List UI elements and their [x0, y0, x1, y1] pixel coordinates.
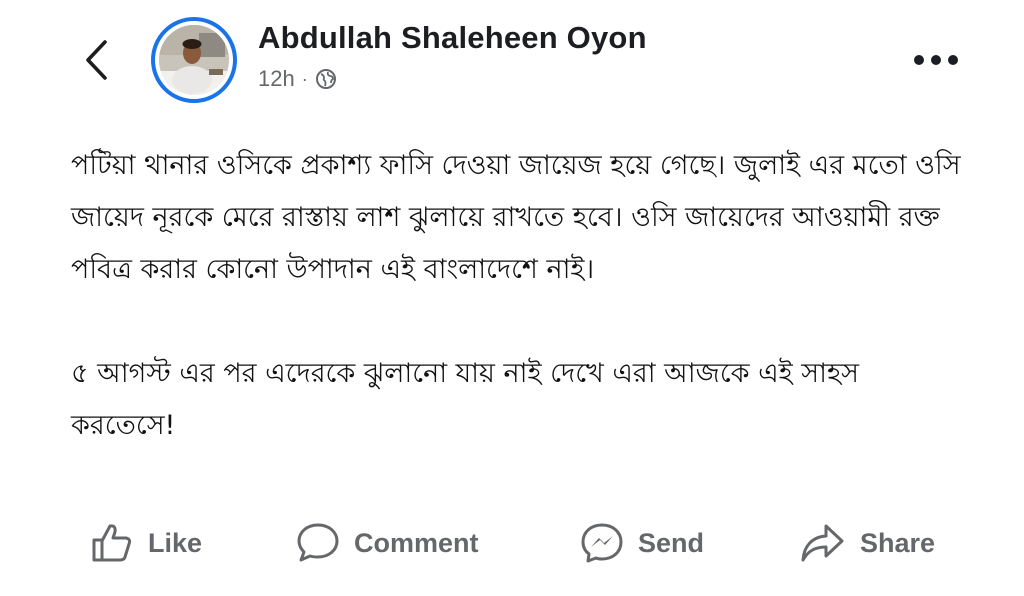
comment-label: Comment	[354, 527, 479, 558]
post-timestamp[interactable]: 12h	[258, 66, 295, 92]
send-button[interactable]: Send	[580, 515, 704, 571]
post-action-bar: Like Comment Send Share	[0, 515, 1024, 571]
post-meta: 12h ·	[258, 66, 337, 92]
comment-bubble-icon	[297, 523, 339, 562]
post-paragraph-1: পটিয়া থানার ওসিকে প্রকাশ্য ফাসি দেওয়া …	[71, 150, 961, 285]
like-label: Like	[148, 527, 203, 558]
chevron-left-icon	[86, 40, 107, 80]
post-header: Abdullah Shaleheen Oyon 12h ·	[0, 0, 1024, 115]
share-arrow-icon	[801, 524, 844, 562]
avatar-ring[interactable]	[151, 17, 237, 103]
comment-button[interactable]: Comment	[296, 515, 479, 571]
thumbs-up-icon	[92, 524, 132, 562]
messenger-icon	[581, 523, 623, 563]
globe-icon	[315, 69, 336, 89]
more-dots-icon	[914, 55, 958, 65]
post-paragraph-2: ৫ আগস্ট এর পর এদেরকে ঝুলানো যায় নাই দেখ…	[71, 358, 859, 441]
share-label: Share	[860, 527, 936, 558]
send-label: Send	[638, 527, 705, 558]
meta-separator: ·	[301, 68, 308, 89]
more-options-button[interactable]	[908, 40, 964, 80]
like-button[interactable]: Like	[90, 515, 202, 571]
share-button[interactable]: Share	[800, 515, 935, 571]
avatar	[159, 25, 229, 95]
author-name[interactable]: Abdullah Shaleheen Oyon	[258, 20, 647, 56]
back-button[interactable]	[76, 36, 116, 84]
post-body: পটিয়া থানার ওসিকে প্রকাশ্য ফাসি দেওয়া …	[71, 140, 971, 452]
